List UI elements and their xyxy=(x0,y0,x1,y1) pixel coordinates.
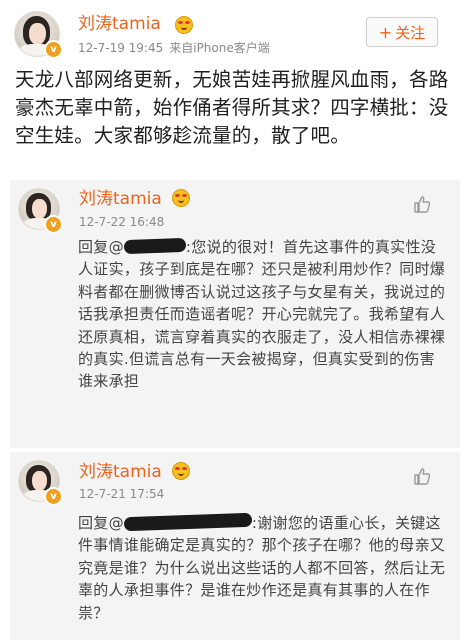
reply-prefix: 回复@ xyxy=(78,514,124,532)
reply-author-name[interactable]: 刘涛tamia xyxy=(79,189,162,209)
post-date: 12-7-19 19:45 xyxy=(78,41,164,55)
reply-card: v 刘涛tamia 12-7-21 17:54 回复@:谢谢您的语重心长，关键这… xyxy=(10,452,460,640)
thumbs-up-icon[interactable] xyxy=(412,194,432,214)
reply-body: :您说的很对！首先这事件的真实性没人证实，孩子到底是在哪？还只是被利用炒作？同时… xyxy=(78,238,446,391)
reply-date: 12-7-22 16:48 xyxy=(79,215,165,229)
reply-card: v 刘涛tamia 12-7-22 16:48 回复@:您说的很对！首先这事件的… xyxy=(10,180,460,448)
crown-face-emoji-icon xyxy=(175,16,193,34)
post-source: 来自iPhone客户端 xyxy=(169,41,270,55)
reply-text: 回复@:谢谢您的语重心长，关键这件事情谁能确定是真实的？那个孩子在哪？他的母亲又… xyxy=(78,512,448,624)
crown-face-emoji-icon xyxy=(172,462,190,480)
follow-button[interactable]: + 关注 xyxy=(366,17,438,47)
thumbs-up-icon[interactable] xyxy=(412,466,432,486)
post-meta: 12-7-19 19:45 来自iPhone客户端 xyxy=(78,40,270,56)
verified-icon: v xyxy=(44,215,63,234)
reply-text: 回复@:您说的很对！首先这事件的真实性没人证实，孩子到底是在哪？还只是被利用炒作… xyxy=(78,236,448,393)
reply-date: 12-7-21 17:54 xyxy=(79,487,165,501)
weibo-post: v 刘涛tamia 12-7-19 19:45 来自iPhone客户端 + 关注 天… xyxy=(0,0,466,178)
author-name[interactable]: 刘涛tamia xyxy=(78,14,161,34)
redacted-username xyxy=(123,237,187,255)
verified-icon: v xyxy=(44,40,63,59)
reply-prefix: 回复@ xyxy=(78,238,124,256)
post-text: 天龙八部网络更新，无娘苦娃再掀腥风血雨，各路豪杰无辜中箭，始作俑者得所其求？四字… xyxy=(15,68,449,147)
redacted-username xyxy=(123,512,253,532)
reply-author-name[interactable]: 刘涛tamia xyxy=(79,462,162,482)
verified-icon: v xyxy=(44,487,63,506)
crown-face-emoji-icon xyxy=(172,189,190,207)
plus-icon: + xyxy=(378,23,393,42)
follow-label: 关注 xyxy=(395,24,426,42)
